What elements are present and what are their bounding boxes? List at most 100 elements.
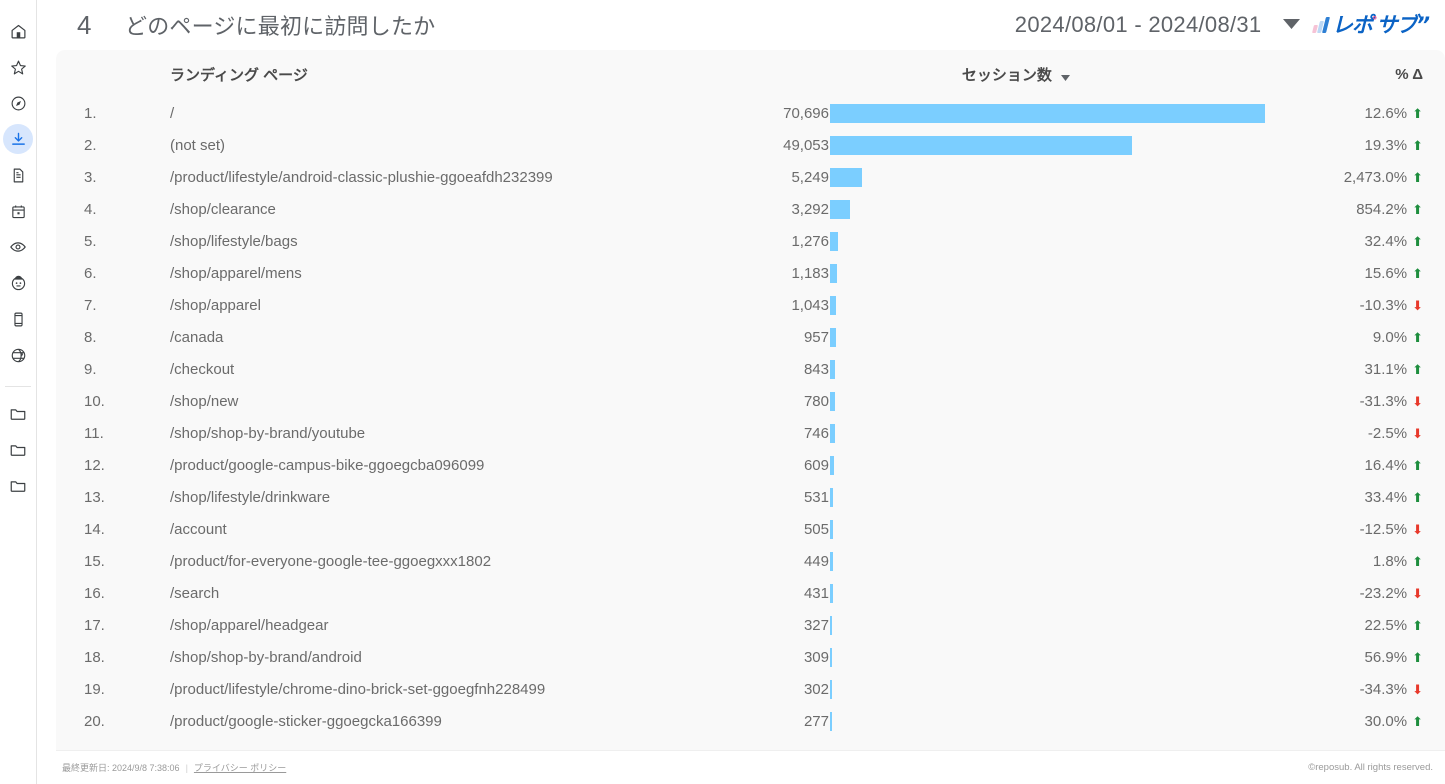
- table-row[interactable]: 17. /shop/apparel/headgear 327 22.5% ⬆: [56, 609, 1445, 641]
- row-landing-page[interactable]: /product/lifestyle/android-classic-plush…: [142, 161, 762, 193]
- arrow-down-icon: ⬇: [1412, 681, 1423, 697]
- row-landing-page[interactable]: /shop/shop-by-brand/youtube: [142, 417, 762, 449]
- table-row[interactable]: 16. /search 431 -23.2% ⬇: [56, 577, 1445, 609]
- row-landing-page[interactable]: /product/google-sticker-ggoegcka166399: [142, 705, 762, 737]
- sidebar-item-downloads[interactable]: [3, 124, 33, 154]
- table-row[interactable]: 4. /shop/clearance 3,292 854.2% ⬆: [56, 193, 1445, 225]
- arrow-up-icon: ⬆: [1412, 713, 1423, 729]
- table-row[interactable]: 11. /shop/shop-by-brand/youtube 746 -2.5% ⬇: [56, 417, 1445, 449]
- row-landing-page[interactable]: /shop/shop-by-brand/android: [142, 641, 762, 673]
- date-range-dropdown-button[interactable]: [1283, 16, 1301, 34]
- row-landing-page[interactable]: /shop/apparel/mens: [142, 257, 762, 289]
- row-landing-page[interactable]: /product/for-everyone-google-tee-ggoegxx…: [142, 545, 762, 577]
- row-sessions-bar: [830, 167, 863, 187]
- row-landing-page[interactable]: /checkout: [142, 353, 762, 385]
- sidebar-item-explore[interactable]: [3, 88, 33, 118]
- table-row[interactable]: 8. /canada 957 9.0% ⬆: [56, 321, 1445, 353]
- row-landing-page[interactable]: /shop/clearance: [142, 193, 762, 225]
- row-delta-wrap: 56.9% ⬆: [1365, 649, 1423, 666]
- row-delta-value: 12.6%: [1364, 104, 1408, 122]
- column-header-sessions-label: セッション数: [961, 67, 1052, 84]
- privacy-policy-link[interactable]: プライバシー ポリシー: [194, 761, 286, 774]
- row-landing-page[interactable]: /shop/apparel/headgear: [142, 609, 762, 641]
- sidebar-divider: [5, 386, 31, 387]
- person-icon: [10, 275, 27, 292]
- row-rank: 10.: [84, 392, 105, 410]
- row-delta-cell: 2,473.0% ⬆: [1270, 161, 1445, 193]
- footer-left: 最終更新日: 2024/9/8 7:38:06 | プライバシー ポリシー: [62, 761, 286, 774]
- row-landing-page[interactable]: /shop/new: [142, 385, 762, 417]
- row-landing-page[interactable]: /shop/lifestyle/bags: [142, 225, 762, 257]
- sidebar-item-folder-3[interactable]: [3, 471, 33, 501]
- row-delta-wrap: 30.0% ⬆: [1365, 713, 1423, 730]
- row-delta-value: -31.3%: [1359, 392, 1408, 410]
- home-icon: [10, 23, 27, 40]
- row-delta-cell: 854.2% ⬆: [1270, 193, 1445, 225]
- row-sessions-bar-cell: [830, 609, 1270, 641]
- table-row[interactable]: 1. / 70,696 12.6% ⬆: [56, 97, 1445, 129]
- arrow-up-icon: ⬆: [1412, 169, 1423, 185]
- table-row[interactable]: 12. /product/google-campus-bike-ggoegcba0…: [56, 449, 1445, 481]
- row-landing-page[interactable]: /product/lifestyle/chrome-dino-brick-set…: [142, 673, 762, 705]
- row-delta-cell: 1.8% ⬆: [1270, 545, 1445, 577]
- row-sessions-bar: [830, 327, 836, 347]
- table-row[interactable]: 19. /product/lifestyle/chrome-dino-brick-…: [56, 673, 1445, 705]
- sidebar-item-views[interactable]: [3, 232, 33, 262]
- row-landing-page[interactable]: (not set): [142, 129, 762, 161]
- sidebar-item-reports[interactable]: [3, 160, 33, 190]
- row-landing-page[interactable]: /canada: [142, 321, 762, 353]
- sidebar-item-folder-2[interactable]: [3, 435, 33, 465]
- row-rank: 14.: [84, 520, 105, 538]
- column-header-landing-page[interactable]: ランディング ページ: [142, 50, 762, 97]
- sidebar-item-calendar[interactable]: [3, 196, 33, 226]
- row-sessions-bar-cell: [830, 129, 1270, 161]
- copyright-label: ©reposub. All rights reserved.: [1308, 762, 1433, 773]
- column-header-sessions[interactable]: セッション数: [762, 50, 1270, 97]
- document-icon: [10, 167, 27, 184]
- main-content: 4 どのページに最初に訪問したか 2024/08/01 - 2024/08/31…: [37, 0, 1445, 784]
- row-landing-page[interactable]: /product/google-campus-bike-ggoegcba0960…: [142, 449, 762, 481]
- table-row[interactable]: 2. (not set) 49,053 19.3% ⬆: [56, 129, 1445, 161]
- row-delta-value: 9.0%: [1372, 328, 1408, 346]
- row-landing-page[interactable]: /search: [142, 577, 762, 609]
- table-row[interactable]: 15. /product/for-everyone-google-tee-ggoe…: [56, 545, 1445, 577]
- sidebar-item-mobile[interactable]: [3, 304, 33, 334]
- row-sessions-value: 431: [803, 584, 829, 602]
- logo-text: レポ°サブ”: [1332, 14, 1430, 36]
- row-landing-page[interactable]: /: [142, 97, 762, 129]
- sidebar-item-favorites[interactable]: [3, 52, 33, 82]
- row-sessions-bar-cell: [830, 257, 1270, 289]
- table-row[interactable]: 18. /shop/shop-by-brand/android 309 56.9% ⬆: [56, 641, 1445, 673]
- row-landing-page[interactable]: /account: [142, 513, 762, 545]
- row-landing-page[interactable]: /shop/apparel: [142, 289, 762, 321]
- table-row[interactable]: 7. /shop/apparel 1,043 -10.3% ⬇: [56, 289, 1445, 321]
- sidebar-item-audience[interactable]: [3, 268, 33, 298]
- row-sessions-bar: [830, 199, 851, 219]
- sidebar-item-folder-1[interactable]: [3, 399, 33, 429]
- row-sessions-value: 1,276: [791, 232, 829, 250]
- table-row[interactable]: 3. /product/lifestyle/android-classic-plu…: [56, 161, 1445, 193]
- page-header: 4 どのページに最初に訪問したか 2024/08/01 - 2024/08/31…: [37, 0, 1445, 50]
- table-row[interactable]: 20. /product/google-sticker-ggoegcka16639…: [56, 705, 1445, 737]
- table-row[interactable]: 14. /account 505 -12.5% ⬇: [56, 513, 1445, 545]
- table-row[interactable]: 9. /checkout 843 31.1% ⬆: [56, 353, 1445, 385]
- arrow-down-icon: ⬇: [1412, 585, 1423, 601]
- row-sessions-bar-cell: [830, 225, 1270, 257]
- sidebar-item-home[interactable]: [3, 16, 33, 46]
- arrow-up-icon: ⬆: [1412, 361, 1423, 377]
- column-header-delta[interactable]: % Δ: [1270, 50, 1445, 97]
- page-number: 4: [77, 9, 92, 40]
- row-sessions-bar: [830, 551, 833, 571]
- table-row[interactable]: 10. /shop/new 780 -31.3% ⬇: [56, 385, 1445, 417]
- calendar-icon: [10, 203, 27, 220]
- sidebar-item-geo[interactable]: [3, 340, 33, 370]
- row-landing-page[interactable]: /shop/lifestyle/drinkware: [142, 481, 762, 513]
- table-row[interactable]: 5. /shop/lifestyle/bags 1,276 32.4% ⬆: [56, 225, 1445, 257]
- brand-logo[interactable]: レポ°サブ”: [1312, 14, 1433, 36]
- row-sessions-bar-cell: [830, 705, 1270, 737]
- table-row[interactable]: 13. /shop/lifestyle/drinkware 531 33.4% ⬆: [56, 481, 1445, 513]
- page-title: どのページに最初に訪問したか: [125, 14, 436, 39]
- table-row[interactable]: 6. /shop/apparel/mens 1,183 15.6% ⬆: [56, 257, 1445, 289]
- row-delta-cell: 31.1% ⬆: [1270, 353, 1445, 385]
- date-range-label[interactable]: 2024/08/01 - 2024/08/31: [1015, 12, 1262, 38]
